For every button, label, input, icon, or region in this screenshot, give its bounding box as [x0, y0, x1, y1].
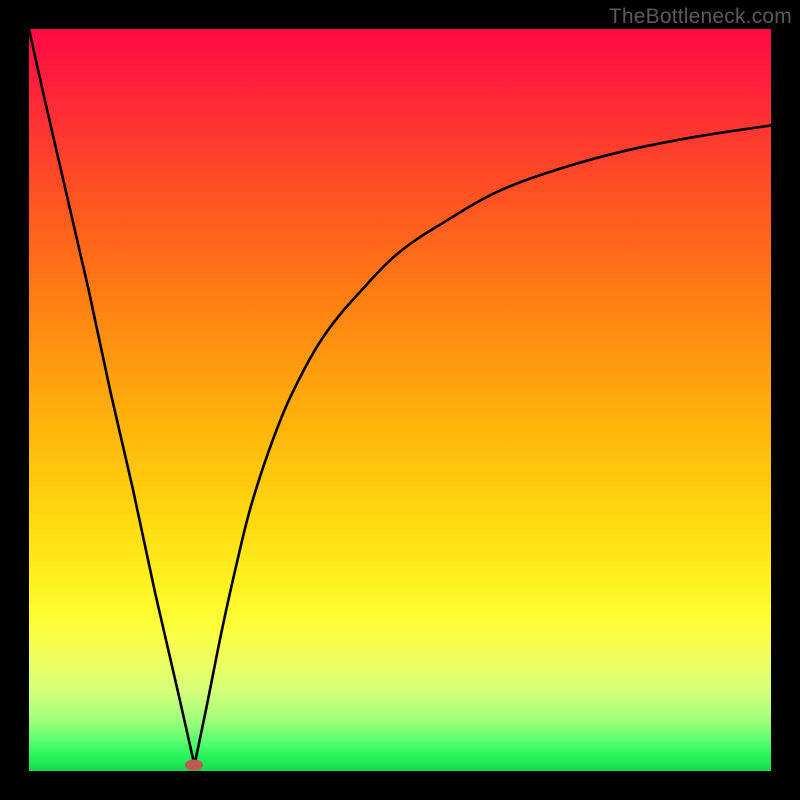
chart-frame: TheBottleneck.com	[0, 0, 800, 800]
minimum-marker-icon	[185, 760, 203, 771]
plot-area	[29, 29, 771, 771]
watermark-text: TheBottleneck.com	[609, 5, 792, 29]
